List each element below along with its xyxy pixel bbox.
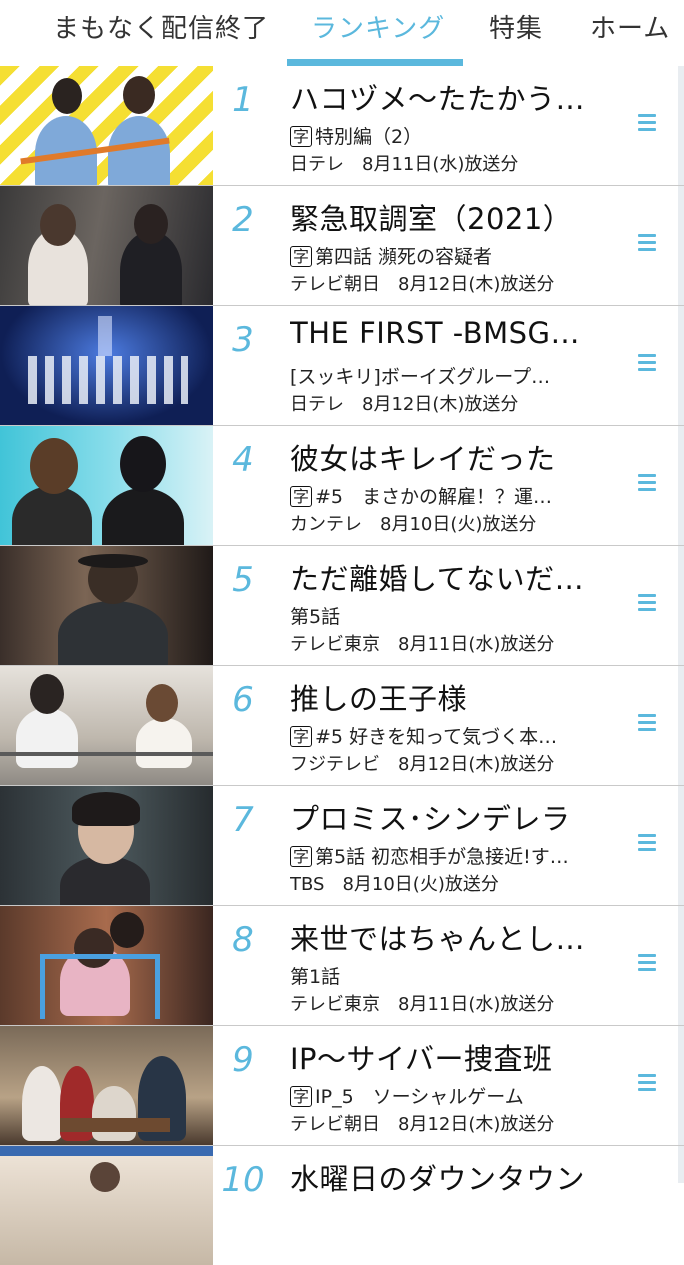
broadcast-info: テレビ朝日 8月12日(木)放送分	[290, 274, 555, 295]
ranking-row[interactable]: 5 ただ離婚してないだ… 第5話 テレビ東京 8月11日(水)放送分	[0, 546, 684, 666]
episode-subtitle: 字 #5 まさかの解雇！？運…	[290, 482, 620, 509]
rank-number: 2	[232, 200, 254, 240]
episode-subtitle: 第5話	[290, 606, 341, 628]
broadcast-info: テレビ朝日 8月12日(木)放送分	[290, 1114, 555, 1135]
thumbnail	[0, 306, 213, 425]
tab-features[interactable]: 特集	[489, 8, 543, 45]
episode-subtitle: 字 IP_5 ソーシャルゲーム	[290, 1082, 620, 1109]
hamburger-menu-icon[interactable]	[638, 114, 656, 138]
episode-subtitle: 字第5話 初恋相手が急接近!す…	[290, 842, 620, 869]
thumbnail	[0, 186, 213, 305]
hamburger-menu-icon[interactable]	[638, 474, 656, 498]
ranking-row[interactable]: 2 緊急取調室（2021） 字第四話 瀕死の容疑者 テレビ朝日 8月12日(木)…	[0, 186, 684, 306]
broadcast-info: 日テレ 8月12日(木)放送分	[290, 394, 519, 415]
active-tab-indicator	[287, 59, 463, 66]
caption-badge: 字	[290, 726, 313, 747]
broadcast-info: カンテレ 8月10日(火)放送分	[290, 514, 537, 535]
thumbnail	[0, 1146, 213, 1265]
ranking-list: 1 ハコヅメ〜たたかう… 字特別編（2） 日テレ 8月11日(水)放送分 2 緊…	[0, 66, 684, 1265]
tab-ranking[interactable]: ランキング	[311, 8, 445, 45]
caption-badge: 字	[290, 846, 313, 867]
episode-subtitle: 字 #5 好きを知って気づく本…	[290, 722, 620, 749]
program-title: 緊急取調室（2021）	[290, 202, 573, 236]
episode-subtitle: 字特別編（2）	[290, 122, 620, 149]
rank-number: 6	[232, 680, 254, 720]
rank-number: 9	[232, 1040, 254, 1080]
episode-subtitle: [スッキリ]ボーイズグループ…	[290, 366, 551, 388]
rank-number: 4	[232, 440, 254, 480]
thumbnail	[0, 666, 213, 785]
broadcast-info: 日テレ 8月11日(水)放送分	[290, 154, 519, 175]
hamburger-menu-icon[interactable]	[638, 834, 656, 858]
program-title: ハコヅメ〜たたかう…	[290, 82, 586, 116]
program-title: THE FIRST -BMSG…	[290, 316, 581, 350]
thumbnail	[0, 66, 213, 185]
thumbnail	[0, 1026, 213, 1145]
thumbnail	[0, 786, 213, 905]
hamburger-menu-icon[interactable]	[638, 234, 656, 258]
episode-subtitle: 第1話	[290, 966, 341, 988]
thumbnail	[0, 546, 213, 665]
caption-badge: 字	[290, 486, 313, 507]
rank-number: 1	[232, 80, 254, 120]
rank-number: 3	[232, 320, 254, 360]
ranking-row[interactable]: 1 ハコヅメ〜たたかう… 字特別編（2） 日テレ 8月11日(水)放送分	[0, 66, 684, 186]
program-title: ただ離婚してないだ…	[290, 562, 585, 596]
hamburger-menu-icon[interactable]	[638, 954, 656, 978]
rank-number: 7	[232, 800, 254, 840]
rank-number: 8	[232, 920, 254, 960]
caption-badge: 字	[290, 246, 313, 267]
hamburger-menu-icon[interactable]	[638, 714, 656, 738]
tab-ending-soon[interactable]: まもなく配信終了	[53, 8, 269, 45]
program-title: 来世ではちゃんとし…	[290, 922, 586, 956]
program-title: プロミス･シンデレラ	[290, 802, 571, 836]
broadcast-info: TBS 8月10日(火)放送分	[290, 874, 499, 895]
broadcast-info: テレビ東京 8月11日(水)放送分	[290, 634, 555, 655]
program-title: 推しの王子様	[290, 682, 468, 716]
rank-number: 5	[232, 560, 254, 600]
ranking-row[interactable]: 9 IP〜サイバー捜査班 字 IP_5 ソーシャルゲーム テレビ朝日 8月12日(…	[0, 1026, 684, 1146]
ranking-row[interactable]: 4 彼女はキレイだった 字 #5 まさかの解雇！？運… カンテレ 8月10日(火)…	[0, 426, 684, 546]
ranking-row[interactable]: 6 推しの王子様 字 #5 好きを知って気づく本… フジテレビ 8月12日(木)放…	[0, 666, 684, 786]
hamburger-menu-icon[interactable]	[638, 1074, 656, 1098]
hamburger-menu-icon[interactable]	[638, 354, 656, 378]
program-title: 水曜日のダウンタウン	[290, 1162, 586, 1196]
broadcast-info: フジテレビ 8月12日(木)放送分	[290, 754, 555, 775]
tab-bar: まもなく配信終了 ランキング 特集 ホーム	[0, 0, 684, 66]
thumbnail	[0, 906, 213, 1025]
program-title: IP〜サイバー捜査班	[290, 1042, 553, 1076]
episode-subtitle: 字第四話 瀕死の容疑者	[290, 242, 620, 269]
program-title: 彼女はキレイだった	[290, 442, 556, 476]
tab-home[interactable]: ホーム	[590, 8, 670, 45]
ranking-row[interactable]: 10 水曜日のダウンタウン	[0, 1146, 684, 1265]
rank-number: 10	[221, 1160, 265, 1200]
thumbnail	[0, 426, 213, 545]
caption-badge: 字	[290, 126, 313, 147]
hamburger-menu-icon[interactable]	[638, 594, 656, 618]
ranking-row[interactable]: 7 プロミス･シンデレラ 字第5話 初恋相手が急接近!す… TBS 8月10日(…	[0, 786, 684, 906]
caption-badge: 字	[290, 1086, 313, 1107]
broadcast-info: テレビ東京 8月11日(水)放送分	[290, 994, 555, 1015]
ranking-row[interactable]: 8 来世ではちゃんとし… 第1話 テレビ東京 8月11日(水)放送分	[0, 906, 684, 1026]
ranking-row[interactable]: 3 THE FIRST -BMSG… [スッキリ]ボーイズグループ… 日テレ 8…	[0, 306, 684, 426]
